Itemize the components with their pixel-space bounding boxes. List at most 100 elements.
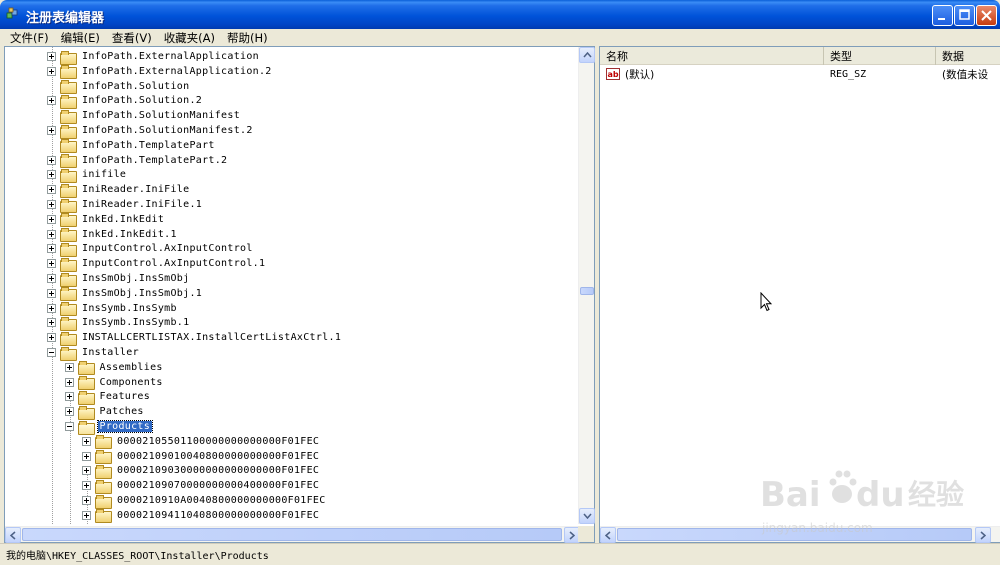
expand-plus-icon[interactable] [82,466,91,476]
expand-plus-icon[interactable] [47,185,56,195]
tree-node-label[interactable]: 00002109070000000000400000F01FEC [115,480,321,491]
tree-horizontal-scrollbar[interactable] [5,526,580,543]
tree-node-label[interactable]: InfoPath.Solution.2 [80,95,204,106]
tree-node-label[interactable]: Features [98,391,153,402]
tree-node[interactable]: inifile [47,167,128,183]
tree-node[interactable]: InputControl.AxInputControl.1 [47,256,267,272]
tree-node[interactable]: InsSymb.InsSymb [47,301,179,317]
expand-plus-icon[interactable] [47,274,56,283]
tree-node-label[interactable]: InsSymb.InsSymb.1 [80,317,191,328]
expand-plus-icon[interactable] [64,392,74,402]
list-item[interactable]: ab (默认) REG_SZ (数值未设 [600,66,1000,82]
expand-plus-icon[interactable] [47,303,56,313]
tree-node-label[interactable]: InputControl.AxInputControl.1 [80,258,267,269]
expand-plus-icon[interactable] [47,200,56,209]
tree-node[interactable]: 0000210910A0040800000000000F01FEC [82,493,328,509]
expand-plus-icon[interactable] [82,481,91,491]
menu-file[interactable]: 文件(F) [4,30,55,46]
scroll-up-button[interactable] [579,47,595,63]
tree-node[interactable]: InfoPath.TemplatePart.2 [47,153,229,169]
expand-plus-icon[interactable] [82,510,91,520]
tree-node[interactable]: IniReader.IniFile [47,182,191,198]
tree-node-label[interactable]: InfoPath.Solution [80,81,191,92]
tree-node-label[interactable]: InfoPath.TemplatePart [80,140,217,151]
tree-node[interactable]: INSTALLCERTLISTAX.InstallCertListAxCtrl.… [47,330,343,346]
tree-node[interactable]: InfoPath.ExternalApplication [47,49,261,65]
expand-plus-icon[interactable] [64,377,74,387]
tree-node[interactable]: InkEd.InkEdit.1 [47,227,179,243]
expand-plus-icon[interactable] [47,96,56,106]
expand-plus-icon[interactable] [47,333,56,343]
maximize-button[interactable] [954,5,975,26]
tree-node-label[interactable]: Products [96,420,154,433]
expand-plus-icon[interactable] [47,52,56,61]
column-header-type[interactable]: 类型 [824,47,936,65]
tree-node[interactable]: InfoPath.ExternalApplication.2 [47,64,274,80]
tree-node-label[interactable]: Installer [80,347,141,358]
tree-node-label[interactable]: Components [98,377,165,388]
menu-help[interactable]: 帮助(H) [221,30,274,46]
tree-node[interactable]: Installer [47,345,141,361]
tree-node-label[interactable]: Assemblies [98,362,165,373]
tree-node[interactable]: 00002109030000000000000000F01FEC [82,463,321,479]
minimize-button[interactable] [932,5,953,26]
tree-node-label[interactable]: Patches [98,406,146,417]
tree-node[interactable]: InsSmObj.InsSmObj.1 [47,286,204,302]
tree-node[interactable]: Assemblies [64,360,165,376]
list-scroll-left-button[interactable] [600,527,616,543]
tree-node-label[interactable]: InsSymb.InsSymb [80,303,179,314]
tree-node[interactable]: InkEd.InkEdit [47,212,166,228]
expand-plus-icon[interactable] [47,155,56,165]
tree-node-label[interactable]: IniReader.IniFile [80,184,191,195]
tree-node[interactable]: InfoPath.SolutionManifest [47,108,242,124]
tree-node-label[interactable]: InsSmObj.InsSmObj [80,273,191,284]
close-button[interactable] [976,5,997,26]
menu-view[interactable]: 查看(V) [106,30,158,46]
tree-node[interactable]: 00002109070000000000400000F01FEC [82,478,321,494]
tree-node[interactable]: InsSymb.InsSymb.1 [47,315,191,331]
menu-favorites[interactable]: 收藏夹(A) [158,30,221,46]
expand-plus-icon[interactable] [64,362,74,372]
tree-node[interactable]: 00002109010040800000000000F01FEC [82,449,321,465]
expand-plus-icon[interactable] [47,318,56,328]
tree-node[interactable]: InsSmObj.InsSmObj [47,271,191,287]
tree-node-label[interactable]: inifile [80,169,128,180]
scroll-left-button[interactable] [5,527,21,543]
expand-plus-icon[interactable] [82,496,91,505]
expand-plus-icon[interactable] [47,126,56,135]
expand-plus-icon[interactable] [47,288,56,298]
tree-node[interactable]: InfoPath.Solution [47,79,191,95]
tree-vertical-scroll-thumb[interactable] [580,287,594,295]
expand-plus-icon[interactable] [47,170,56,180]
tree-node-label[interactable]: InkEd.InkEdit.1 [80,229,179,240]
tree-node-label[interactable]: InfoPath.SolutionManifest [80,110,242,121]
tree-node-label[interactable]: InkEd.InkEdit [80,214,166,225]
tree-node[interactable]: 00002109411040800000000000F01FEC [82,508,321,524]
tree-node[interactable]: Patches [64,404,146,420]
tree-node[interactable]: Components [64,375,165,391]
expand-plus-icon[interactable] [64,407,74,417]
menu-edit[interactable]: 编辑(E) [55,30,106,46]
tree-horizontal-scroll-thumb[interactable] [22,528,562,541]
tree-node-label[interactable]: InfoPath.TemplatePart.2 [80,155,229,166]
expand-plus-icon[interactable] [47,66,56,76]
tree-node[interactable]: IniReader.IniFile.1 [47,197,204,213]
tree-node[interactable]: 00002105501100000000000000F01FEC [82,434,321,450]
tree-node-label[interactable]: 00002109010040800000000000F01FEC [115,451,321,462]
column-header-name[interactable]: 名称 [600,47,824,65]
tree-node[interactable]: InfoPath.SolutionManifest.2 [47,123,255,139]
scroll-down-button[interactable] [579,508,595,524]
collapse-minus-icon[interactable] [47,348,56,357]
tree-node[interactable]: Features [64,389,153,405]
tree-node-label[interactable]: InfoPath.ExternalApplication [80,51,261,62]
tree-node-label[interactable]: INSTALLCERTLISTAX.InstallCertListAxCtrl.… [80,332,343,343]
tree-node[interactable]: InputControl.AxInputControl [47,241,255,257]
column-header-data[interactable]: 数据 [936,47,1000,65]
tree-node-label[interactable]: 0000210910A0040800000000000F01FEC [115,495,328,506]
tree-node[interactable]: InfoPath.Solution.2 [47,93,204,109]
expand-plus-icon[interactable] [47,244,56,254]
expand-plus-icon[interactable] [47,229,56,239]
tree-node-label[interactable]: 00002109030000000000000000F01FEC [115,465,321,476]
tree-node[interactable]: Products [64,419,154,435]
tree-node-label[interactable]: 00002109411040800000000000F01FEC [115,510,321,521]
